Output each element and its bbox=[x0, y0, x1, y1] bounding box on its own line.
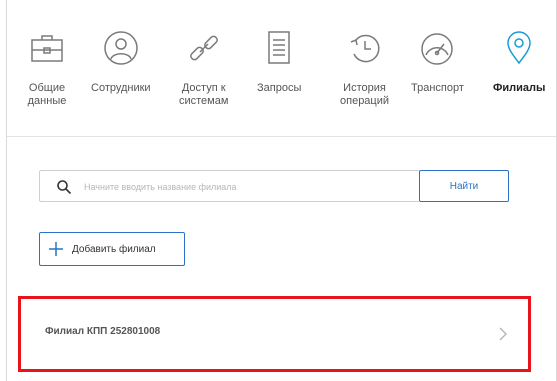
user-icon bbox=[104, 31, 138, 65]
location-pin-icon bbox=[507, 31, 531, 65]
nav-item-branches[interactable]: Филиалы bbox=[493, 28, 545, 95]
page-frame: Общие данные Сотрудники Доступ к система… bbox=[6, 0, 557, 381]
nav-label: Сотрудники bbox=[91, 82, 151, 94]
nav-item-employees[interactable]: Сотрудники bbox=[91, 28, 151, 95]
branch-list-item[interactable]: Филиал КПП 252801008 bbox=[18, 296, 531, 372]
nav-item-systems-access[interactable]: Доступ к системам bbox=[179, 28, 228, 108]
link-icon bbox=[189, 35, 218, 61]
nav-item-general-data[interactable]: Общие данные bbox=[27, 28, 67, 108]
history-icon bbox=[350, 34, 380, 63]
branch-name: Филиал КПП 252801008 bbox=[45, 326, 161, 337]
nav-item-operations-history[interactable]: История операций bbox=[340, 28, 389, 108]
add-branch-button[interactable]: Добавить филиал bbox=[39, 232, 185, 266]
chevron-right-icon bbox=[499, 327, 507, 341]
plus-icon bbox=[49, 242, 63, 256]
nav-label: Транспорт bbox=[411, 82, 464, 94]
search-icon bbox=[57, 180, 72, 195]
search-input[interactable] bbox=[84, 177, 409, 197]
briefcase-icon bbox=[31, 35, 63, 62]
nav-label: Доступ к системам bbox=[179, 82, 229, 107]
speedometer-icon bbox=[421, 33, 454, 65]
nav-label: История операций bbox=[340, 82, 390, 107]
add-branch-label: Добавить филиал bbox=[72, 243, 156, 255]
document-icon bbox=[268, 31, 290, 64]
nav-label: Запросы bbox=[257, 82, 302, 94]
top-navigation: Общие данные Сотрудники Доступ к система… bbox=[7, 0, 556, 137]
search-box bbox=[39, 170, 419, 202]
find-button[interactable]: Найти bbox=[419, 170, 509, 202]
nav-label: Общие данные bbox=[27, 82, 67, 107]
nav-item-requests[interactable]: Запросы bbox=[257, 28, 301, 95]
nav-item-transport[interactable]: Транспорт bbox=[411, 28, 464, 95]
nav-label: Филиалы bbox=[493, 82, 546, 94]
